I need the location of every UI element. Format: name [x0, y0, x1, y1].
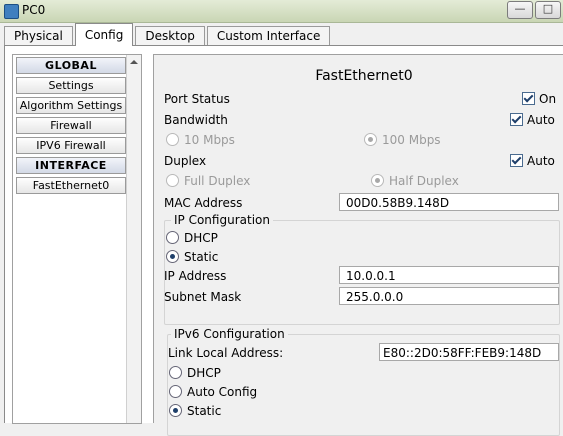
ipv6-dhcp-label: DHCP: [187, 366, 221, 380]
tab-physical[interactable]: Physical: [4, 26, 73, 45]
ipv6-static-radio[interactable]: Static: [169, 404, 221, 418]
title-bar: PC0 — □: [0, 0, 563, 23]
ipv6-configuration-title: IPv6 Configuration: [171, 327, 288, 341]
config-nav: GLOBAL Settings Algorithm Settings Firew…: [12, 54, 142, 424]
full-duplex-radio[interactable]: Full Duplex: [166, 174, 250, 188]
tab-bar: Physical Config Desktop Custom Interface: [4, 23, 332, 46]
ipv6-auto-config-label: Auto Config: [187, 385, 258, 399]
nav-header-interface[interactable]: INTERFACE: [16, 157, 126, 174]
radio-selected-icon: [364, 133, 377, 146]
bandwidth-100-label: 100 Mbps: [382, 133, 441, 147]
duplex-auto-label: Auto: [527, 154, 555, 168]
tab-custom-interface[interactable]: Custom Interface: [206, 26, 331, 45]
ip-dhcp-radio[interactable]: DHCP: [166, 231, 218, 245]
subnet-mask-field[interactable]: 255.0.0.0: [339, 287, 559, 305]
window-title: PC0: [22, 3, 46, 17]
bandwidth-10-radio[interactable]: 10 Mbps: [166, 133, 235, 147]
radio-selected-icon: [166, 250, 179, 263]
subnet-mask-label: Subnet Mask: [164, 290, 242, 304]
port-status-checkbox[interactable]: On: [522, 92, 556, 106]
link-local-field[interactable]: E80::2D0:58FF:FEB9:148D: [379, 343, 559, 361]
checkbox-checked-icon: [522, 92, 535, 105]
window-controls: — □: [507, 1, 561, 19]
pane-title: FastEthernet0: [315, 68, 413, 84]
bandwidth-auto-label: Auto: [527, 113, 555, 127]
nav-header-global[interactable]: GLOBAL: [16, 57, 126, 74]
tab-desktop[interactable]: Desktop: [135, 26, 205, 45]
tab-config[interactable]: Config: [74, 23, 134, 46]
full-duplex-label: Full Duplex: [184, 174, 251, 188]
ip-dhcp-label: DHCP: [184, 231, 218, 245]
duplex-label: Duplex: [164, 154, 207, 168]
ipv6-dhcp-radio[interactable]: DHCP: [169, 366, 221, 380]
nav-item-ipv6-firewall[interactable]: IPV6 Firewall: [16, 137, 126, 154]
radio-icon: [169, 366, 182, 379]
ip-address-field[interactable]: 10.0.0.1: [339, 266, 559, 284]
duplex-auto-checkbox[interactable]: Auto: [510, 154, 555, 168]
radio-icon: [166, 231, 179, 244]
ipv6-auto-config-radio[interactable]: Auto Config: [169, 385, 257, 399]
port-status-check-label: On: [539, 92, 557, 106]
bandwidth-label: Bandwidth: [164, 113, 228, 127]
scroll-up-arrow-icon[interactable]: [130, 60, 138, 64]
nav-scrollbar[interactable]: [126, 55, 141, 423]
maximize-button[interactable]: □: [535, 1, 561, 19]
radio-icon: [166, 174, 179, 187]
checkbox-checked-icon: [510, 154, 523, 167]
interface-settings-pane: FastEthernet0 Port Status On Bandwidth A…: [153, 54, 563, 436]
app-icon: [4, 4, 19, 19]
nav-item-settings[interactable]: Settings: [16, 77, 126, 94]
ip-static-label: Static: [184, 250, 219, 264]
ip-address-label: IP Address: [164, 269, 227, 283]
nav-item-firewall[interactable]: Firewall: [16, 117, 126, 134]
mac-address-field[interactable]: 00D0.58B9.148D: [339, 193, 559, 211]
nav-item-fastethernet0[interactable]: FastEthernet0: [16, 177, 126, 194]
radio-icon: [169, 385, 182, 398]
bandwidth-10-label: 10 Mbps: [184, 133, 235, 147]
ipv6-static-label: Static: [187, 404, 222, 418]
radio-icon: [166, 133, 179, 146]
half-duplex-label: Half Duplex: [389, 174, 459, 188]
port-status-label: Port Status: [164, 92, 230, 106]
link-local-label: Link Local Address:: [168, 346, 284, 360]
bandwidth-100-radio[interactable]: 100 Mbps: [364, 133, 441, 147]
mac-address-label: MAC Address: [164, 196, 243, 210]
nav-item-algorithm-settings[interactable]: Algorithm Settings: [16, 97, 126, 114]
half-duplex-radio[interactable]: Half Duplex: [371, 174, 459, 188]
radio-selected-icon: [169, 404, 182, 417]
checkbox-checked-icon: [510, 113, 523, 126]
radio-selected-icon: [371, 174, 384, 187]
bandwidth-auto-checkbox[interactable]: Auto: [510, 113, 555, 127]
minimize-button[interactable]: —: [507, 1, 533, 19]
ip-configuration-title: IP Configuration: [171, 213, 273, 227]
ip-static-radio[interactable]: Static: [166, 250, 218, 264]
